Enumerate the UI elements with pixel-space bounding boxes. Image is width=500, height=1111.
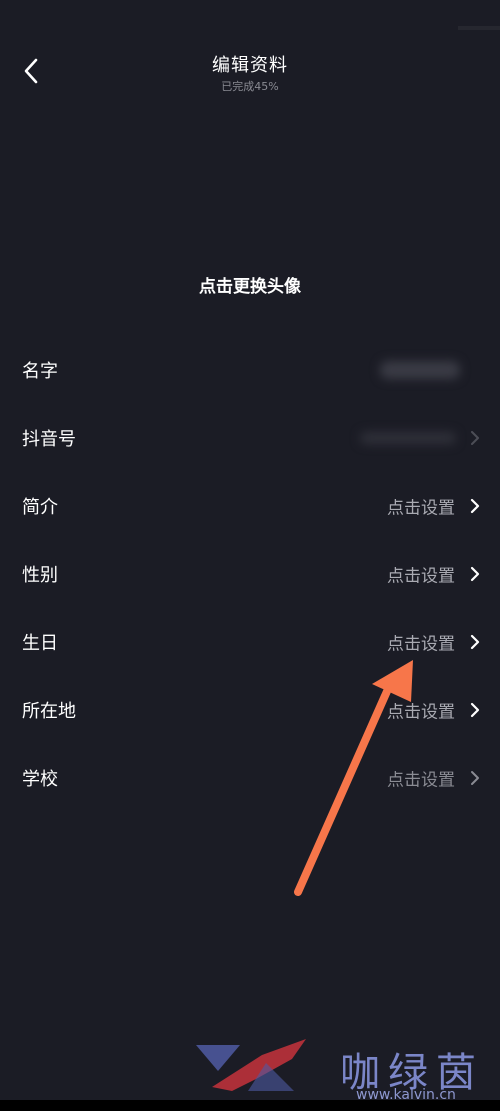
bottom-bar bbox=[0, 1100, 500, 1111]
row-value-gender: 点击设置 bbox=[387, 566, 455, 587]
row-name[interactable]: 名字 bbox=[0, 336, 500, 404]
row-label-location: 所在地 bbox=[22, 701, 76, 722]
row-value-school: 点击设置 bbox=[387, 770, 455, 791]
change-avatar-button[interactable]: 点击更换头像 bbox=[0, 272, 500, 297]
row-value-birthday: 点击设置 bbox=[387, 634, 455, 655]
row-school[interactable]: 学校 点击设置 bbox=[0, 744, 500, 812]
row-label-gender: 性别 bbox=[22, 565, 58, 586]
status-strip bbox=[458, 26, 500, 30]
chevron-right-icon bbox=[470, 702, 480, 718]
row-gender[interactable]: 性别 点击设置 bbox=[0, 540, 500, 608]
row-value-location: 点击设置 bbox=[387, 702, 455, 723]
row-value-bio: 点击设置 bbox=[387, 498, 455, 519]
row-label-school: 学校 bbox=[22, 769, 58, 790]
chevron-right-icon bbox=[471, 771, 479, 785]
chevron-right-icon bbox=[471, 431, 479, 445]
chevron-right-icon bbox=[470, 566, 480, 582]
row-label-name: 名字 bbox=[22, 361, 58, 382]
douyin-id-value-blurred bbox=[360, 432, 456, 444]
row-label-douyin-id: 抖音号 bbox=[22, 429, 76, 450]
page-title: 编辑资料 bbox=[212, 55, 288, 76]
chevron-right-icon bbox=[470, 634, 480, 650]
completion-status: 已完成45% bbox=[221, 80, 279, 93]
edit-profile-screen: 编辑资料 已完成45% 点击更换头像 名字 抖音号 简介 点击设置 性别 点击设… bbox=[0, 0, 500, 1111]
row-location[interactable]: 所在地 点击设置 bbox=[0, 676, 500, 744]
chevron-right-icon bbox=[470, 498, 480, 514]
name-value-blurred bbox=[380, 361, 460, 379]
row-label-birthday: 生日 bbox=[22, 633, 58, 654]
row-douyin-id[interactable]: 抖音号 bbox=[0, 404, 500, 472]
row-bio[interactable]: 简介 点击设置 bbox=[0, 472, 500, 540]
row-label-bio: 简介 bbox=[22, 497, 58, 518]
row-birthday[interactable]: 生日 点击设置 bbox=[0, 608, 500, 676]
